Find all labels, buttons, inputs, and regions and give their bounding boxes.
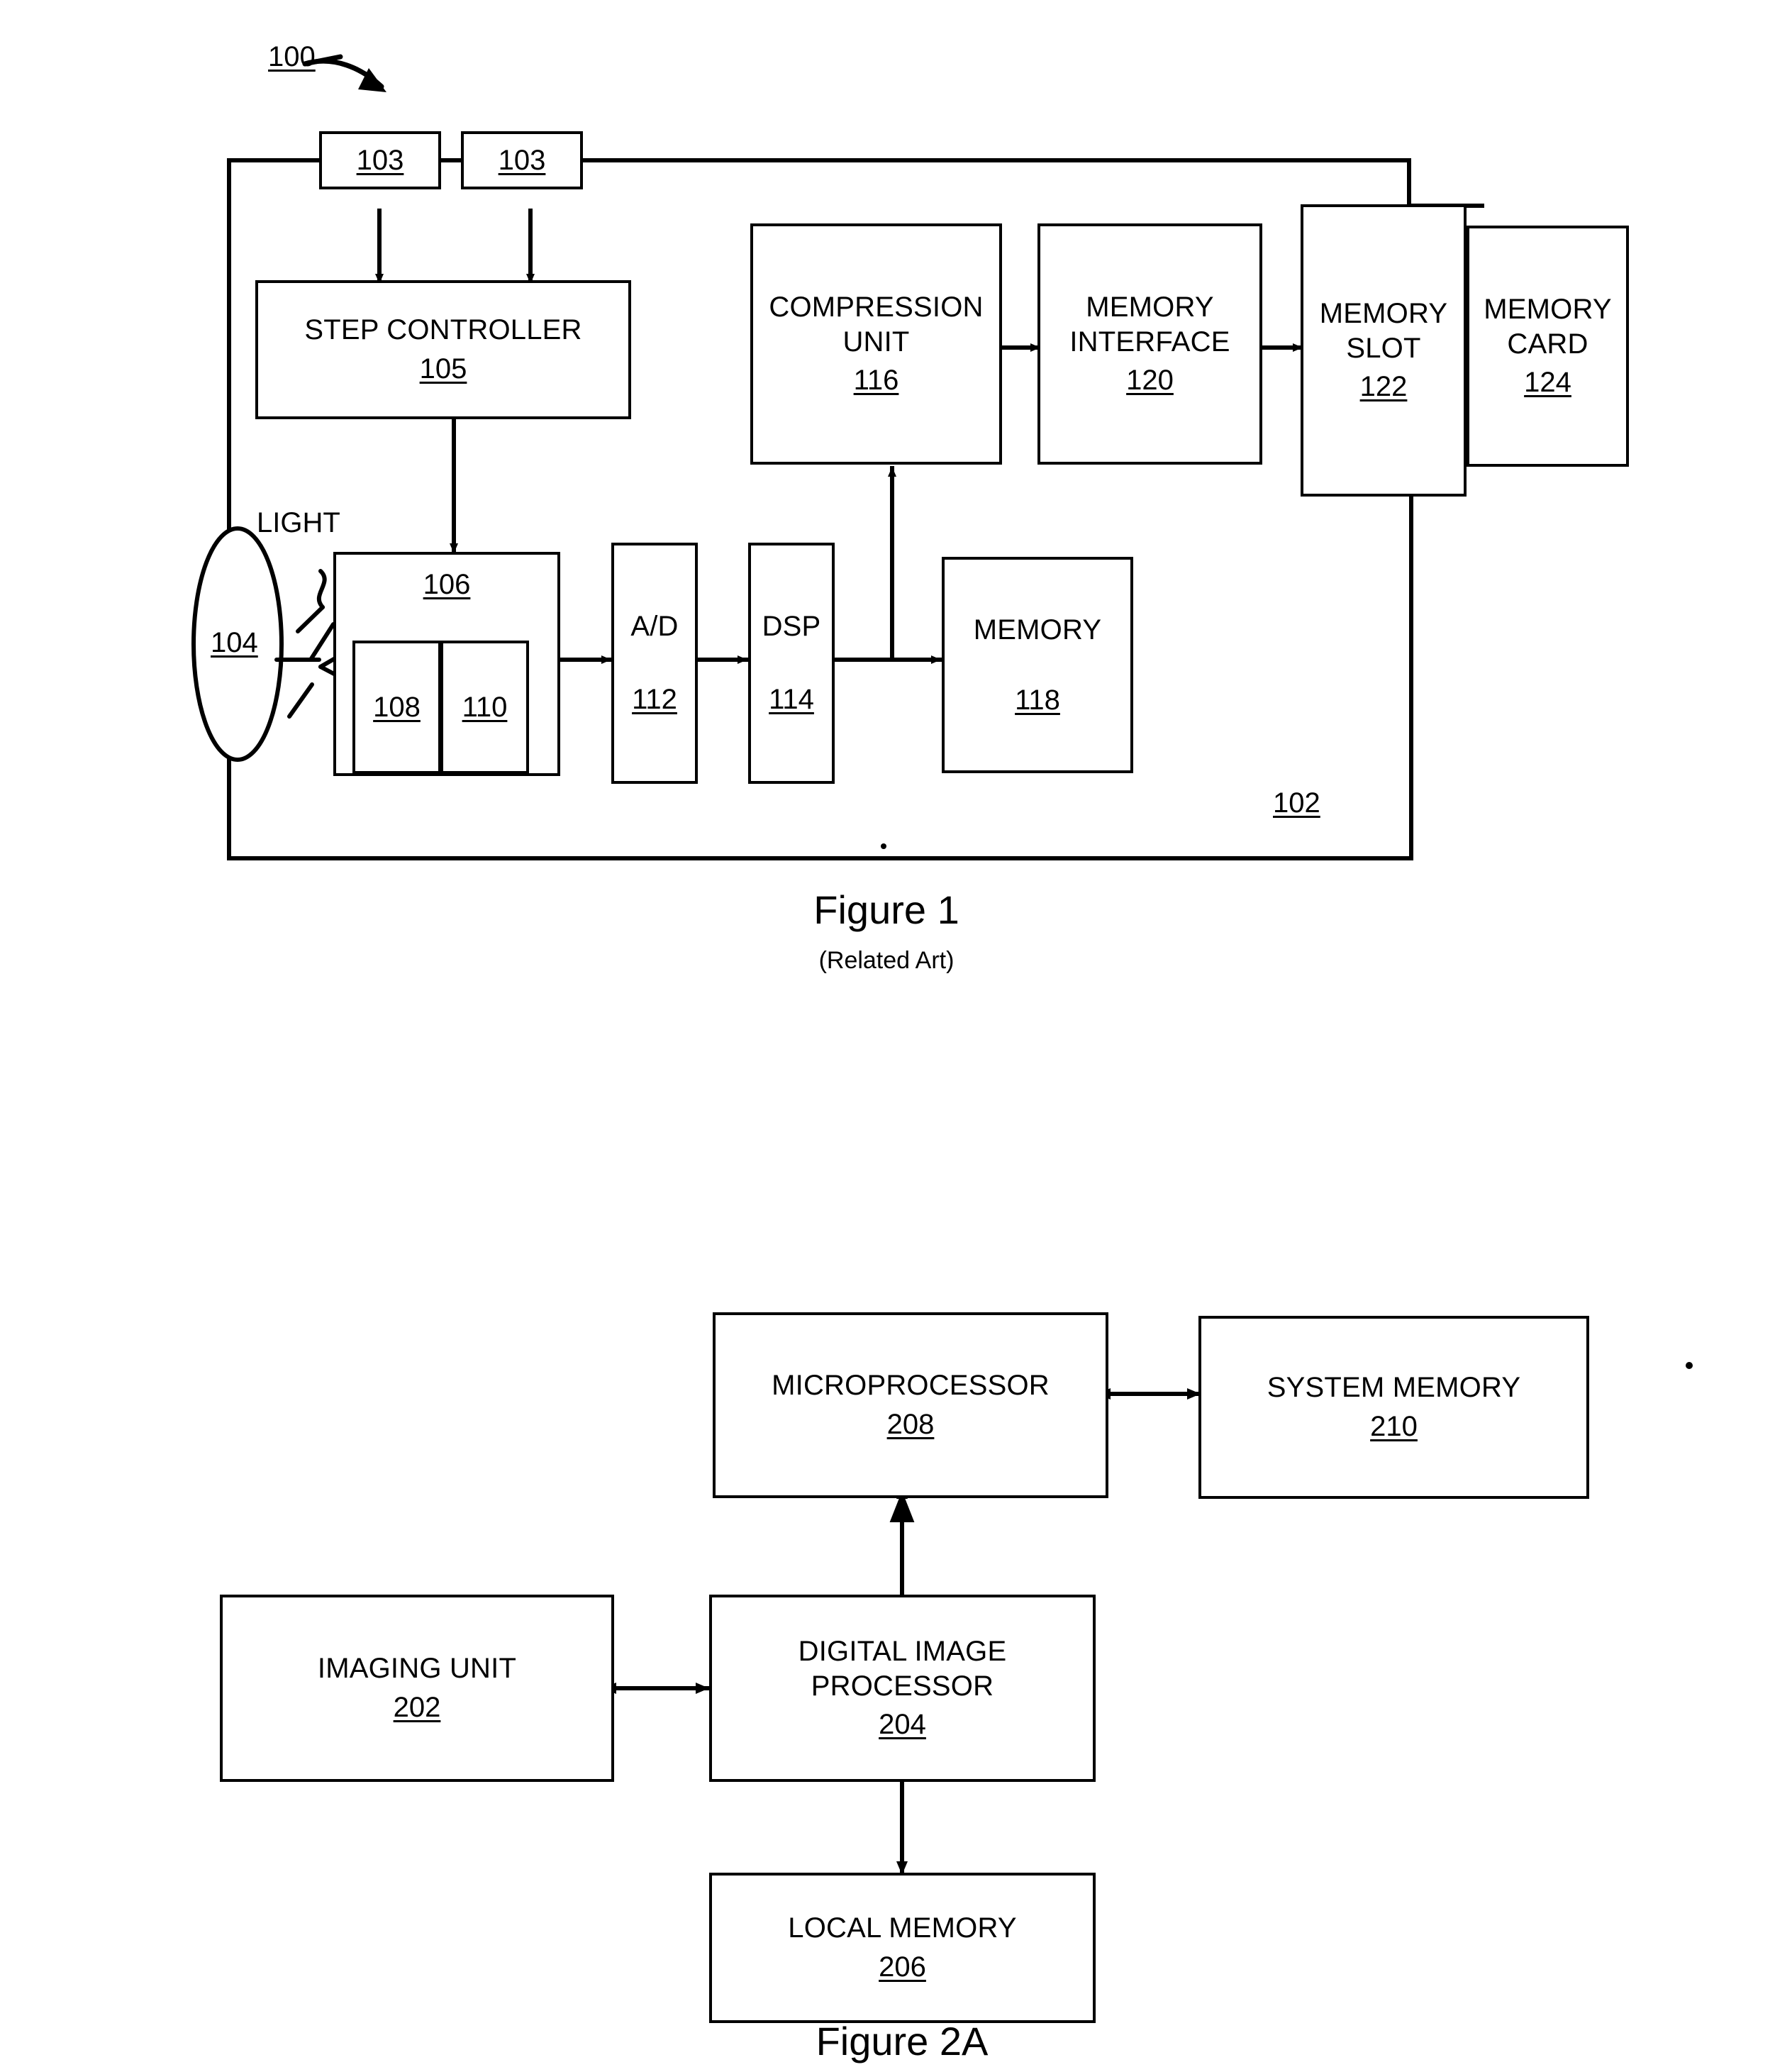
lens-ref-104: 104 <box>211 627 258 658</box>
block-imaging-unit-num: 202 <box>393 1692 441 1723</box>
light-squiggle <box>316 569 327 609</box>
block-memory-slot: MEMORY SLOT 122 <box>1301 204 1467 497</box>
figure1-subcaption: (Related Art) <box>818 947 955 974</box>
block-local-memory-num: 206 <box>879 1951 926 1983</box>
light-ray-4 <box>287 682 314 719</box>
block-memory-118: MEMORY 118 <box>942 557 1133 773</box>
scan-speck-c <box>1686 1362 1693 1369</box>
block-memory-interface: MEMORY INTERFACE 120 <box>1037 223 1262 465</box>
block-sensor-sub-110: 110 <box>440 641 529 774</box>
block-memory-slot-num: 122 <box>1359 371 1408 403</box>
block-memory-118-label: MEMORY <box>973 614 1102 646</box>
arrowhead-up-to-microprocessor <box>889 1490 915 1522</box>
block-digital-image-processor: DIGITAL IMAGE PROCESSOR 204 <box>709 1595 1096 1782</box>
block-microprocessor-num: 208 <box>886 1409 935 1440</box>
block-digital-image-processor-num: 204 <box>879 1709 926 1741</box>
block-image-sensor-num: 106 <box>423 569 471 600</box>
block-ad-converter-label: A/D <box>630 611 679 643</box>
block-sensor-sub-108: 108 <box>352 641 441 774</box>
block-dsp-num: 114 <box>769 684 814 715</box>
system-ref-100: 100 <box>268 41 316 72</box>
block-system-memory: SYSTEM MEMORY 210 <box>1198 1316 1589 1499</box>
block-compression-unit-label: COMPRESSION UNIT <box>769 291 984 358</box>
figure2a-caption: Figure 2A <box>816 2019 989 2063</box>
block-memory-card: MEMORY CARD 124 <box>1467 226 1629 467</box>
block-step-controller-label: STEP CONTROLLER <box>304 314 582 346</box>
block-103-b: 103 <box>461 131 583 189</box>
block-103-a-num: 103 <box>356 144 404 176</box>
scan-speck-b <box>881 843 886 849</box>
block-memory-118-num: 118 <box>1015 684 1060 716</box>
light-label: LIGHT <box>257 507 340 538</box>
block-dsp-label: DSP <box>762 611 821 643</box>
block-ad-converter-num: 112 <box>632 684 677 715</box>
block-memory-card-num: 124 <box>1524 367 1571 399</box>
wire-103b-to-rightbus <box>579 158 1411 208</box>
block-system-memory-num: 210 <box>1370 1411 1418 1442</box>
figure1-caption: Figure 1 <box>813 887 959 932</box>
device-ref-102: 102 <box>1273 787 1320 819</box>
block-sensor-sub-108-num: 108 <box>373 691 421 723</box>
arrowhead-lead-100 <box>358 68 386 92</box>
block-imaging-unit: IMAGING UNIT 202 <box>220 1595 614 1782</box>
block-103-b-num: 103 <box>498 144 546 176</box>
block-compression-unit: COMPRESSION UNIT 116 <box>750 223 1002 465</box>
patent-drawing-sheet: 100 103 103 STEP CONTROLLER 105 COMPRESS… <box>0 0 1775 2072</box>
block-compression-unit-num: 116 <box>853 365 899 397</box>
block-local-memory-label: LOCAL MEMORY <box>788 1912 1017 1944</box>
block-digital-image-processor-label: DIGITAL IMAGE PROCESSOR <box>798 1635 1007 1702</box>
light-ray-1 <box>296 605 325 633</box>
block-step-controller: STEP CONTROLLER 105 <box>255 280 631 419</box>
block-system-memory-label: SYSTEM MEMORY <box>1267 1372 1521 1404</box>
light-ray-2 <box>308 622 335 662</box>
block-103-a: 103 <box>319 131 441 189</box>
block-memory-card-label: MEMORY CARD <box>1484 293 1612 360</box>
block-sensor-sub-110-num: 110 <box>462 691 508 723</box>
lead-100-curve <box>302 58 384 89</box>
block-local-memory: LOCAL MEMORY 206 <box>709 1873 1096 2023</box>
block-step-controller-num: 105 <box>419 353 467 384</box>
block-microprocessor-label: MICROPROCESSOR <box>772 1370 1050 1402</box>
block-memory-interface-label: MEMORY INTERFACE <box>1069 291 1230 358</box>
block-dsp: DSP 114 <box>748 543 835 784</box>
block-imaging-unit-label: IMAGING UNIT <box>317 1653 517 1685</box>
block-memory-interface-num: 120 <box>1126 365 1174 397</box>
block-ad-converter: A/D 112 <box>611 543 698 784</box>
block-microprocessor: MICROPROCESSOR 208 <box>713 1312 1108 1498</box>
block-memory-slot-label: MEMORY SLOT <box>1319 297 1448 364</box>
